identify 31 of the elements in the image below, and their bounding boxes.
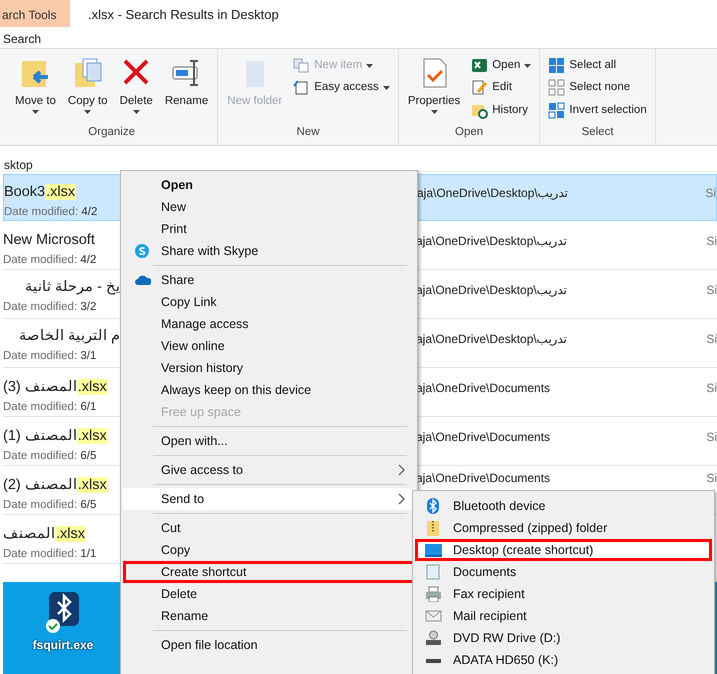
group-label: Organize [87, 124, 136, 140]
file-path: aja\OneDrive\Desktop\تدريب [416, 332, 567, 346]
file-path: aja\OneDrive\Desktop\تدريب [416, 234, 567, 248]
date-modified: Date modified: 6/5 [3, 449, 98, 464]
file-path: aja\OneDrive\Desktop\تدريب [416, 283, 567, 297]
file-path: aja\OneDrive\Documents [416, 471, 550, 485]
group-label: New [296, 124, 321, 140]
group-label: Open [454, 124, 484, 140]
column-text: Si [706, 332, 717, 346]
file-name: Book3.xlsx [4, 184, 76, 200]
window-title: .xlsx - Search Results in Desktop [88, 6, 279, 24]
date-modified: Date modified: 1/1 [3, 547, 98, 562]
date-modified: Date modified: 4/2 [4, 205, 98, 220]
file-path: aja\OneDrive\Documents [416, 381, 550, 395]
file-name: م التربية الخاصة [18, 327, 120, 346]
column-text: Si [706, 381, 717, 395]
date-modified: Date modified: 4/2 [3, 253, 98, 268]
column-text: Si [706, 471, 717, 485]
column-text: Si [705, 186, 716, 200]
file-path: aja\OneDrive\Documents [416, 430, 550, 444]
group-label: Select [580, 124, 615, 140]
date-modified: Date modified: 6/1 [3, 400, 98, 415]
file-name: يخ - مرحلة ثانية [24, 278, 120, 297]
date-modified: Date modified: 6/5 [3, 498, 98, 513]
column-text: Si [706, 430, 717, 444]
file-name: New Microsoft [3, 232, 95, 248]
date-modified: Date modified: 3/2 [3, 300, 98, 315]
column-text: Si [706, 234, 717, 248]
file-path: aja\OneDrive\Desktop\تدريب [417, 186, 568, 200]
date-modified: Date modified: 3/1 [3, 348, 98, 364]
column-text: Si [706, 283, 717, 297]
